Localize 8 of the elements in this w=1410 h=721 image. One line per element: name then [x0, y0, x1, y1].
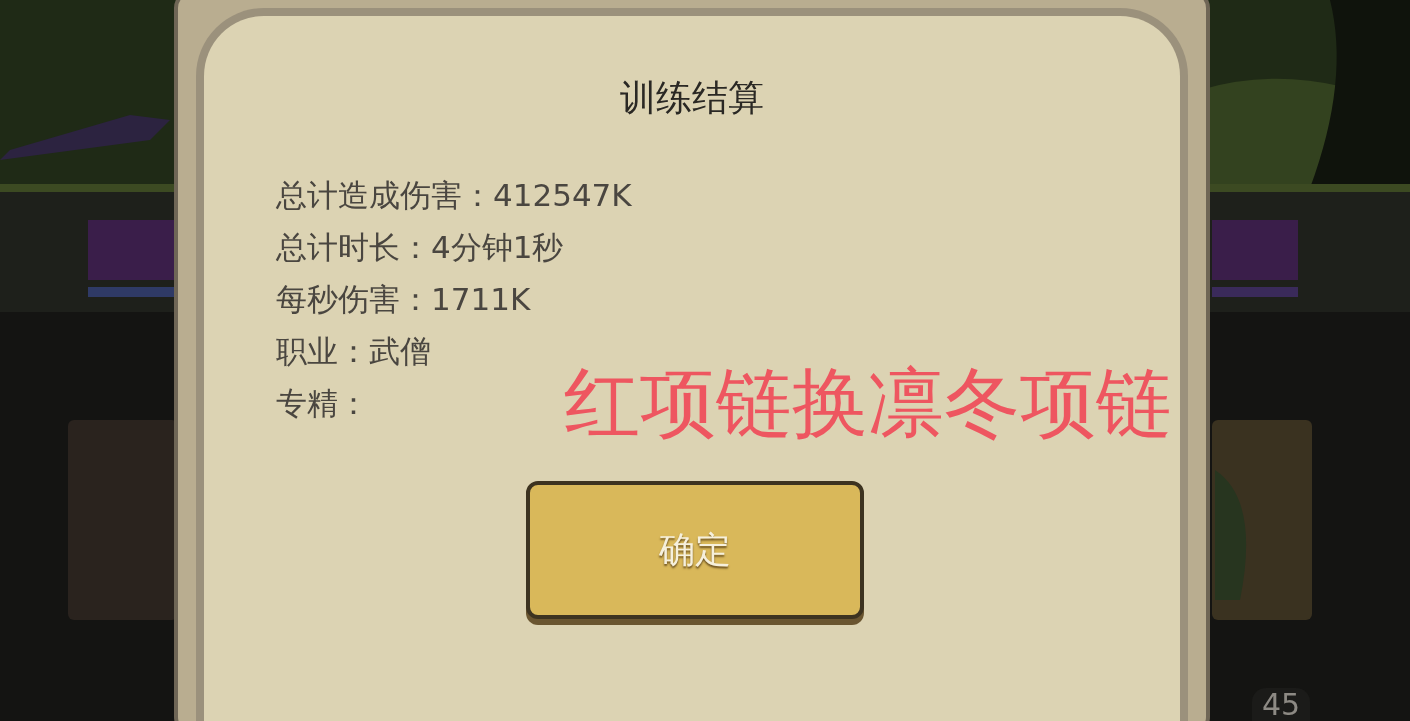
count-badge: 45: [1252, 688, 1311, 721]
stat-line: 职业：武僧: [276, 332, 431, 372]
stat-line: 总计造成伤害：412547K: [276, 176, 632, 216]
annotation-text: 红项链换凛冬项链: [564, 361, 1172, 445]
stat-line: 专精：: [276, 384, 369, 424]
stat-line: 总计时长：4分钟1秒: [276, 228, 564, 268]
stat-line: 每秒伤害：1711K: [276, 280, 531, 320]
dialog-title: 训练结算: [619, 76, 765, 120]
